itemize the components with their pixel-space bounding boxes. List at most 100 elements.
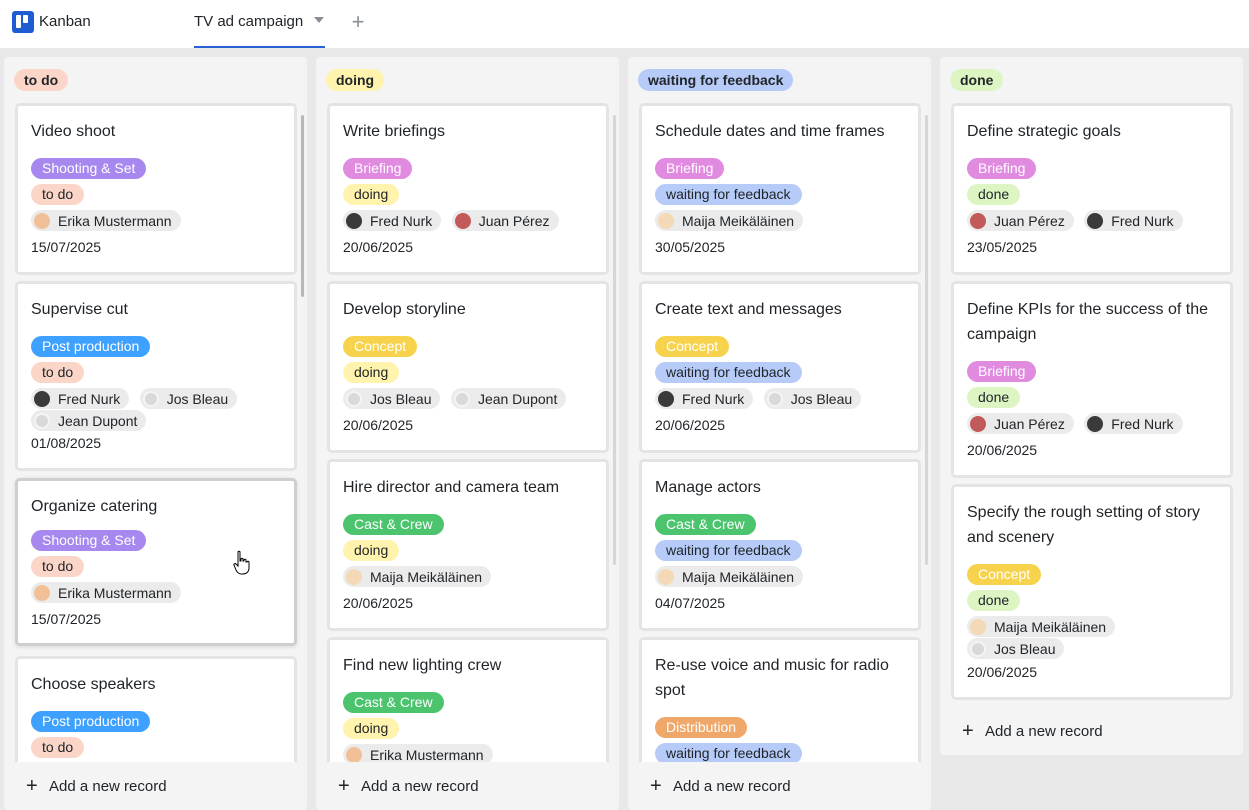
card-date: 20/06/2025 [967,442,1038,458]
card-schedule-dates[interactable]: Schedule dates and time frames Briefing … [639,103,921,275]
plus-icon: + [26,775,38,797]
column-waiting-for-feedback: waiting for feedback Schedule dates and … [628,57,931,810]
person-chip: Fred Nurk [31,388,130,409]
avatar [1087,212,1104,229]
card-title: Supervise cut [31,301,128,318]
card-supervise-cut[interactable]: Supervise cut Post production to do Fred… [15,281,297,471]
card-define-strategic-goals[interactable]: Define strategic goals Briefing done Jua… [951,103,1233,275]
card-organize-catering[interactable]: Organize catering Shooting & Set to do E… [15,478,297,646]
tag-badge: Post production [31,711,151,732]
avatar [970,212,986,229]
card-title: Hire director and camera team [343,479,560,496]
person-chip: Jean Dupont [31,410,147,431]
person-chip: Maija Meikäläinen [655,210,804,231]
card-date: 04/07/2025 [655,595,726,611]
tag-badge: Distribution [655,717,748,738]
card-title: Write briefings [343,123,445,140]
add-view-plus-icon[interactable]: + [348,10,368,34]
card-date: 20/06/2025 [967,664,1038,680]
card-date: 01/08/2025 [31,435,102,451]
avatar [346,390,362,407]
status-badge: done [967,590,1021,611]
hand-cursor-icon [233,550,250,575]
avatar [34,212,50,229]
person-chip: Maija Meikäläinen [343,566,492,587]
column-title: waiting for feedback [638,69,794,91]
scrollbar[interactable] [925,115,928,565]
avatar [34,390,50,407]
card-date: 20/06/2025 [343,417,414,433]
person-chip: Jos Bleau [139,388,238,409]
kanban-logo-icon [12,11,34,33]
card-specify-setting[interactable]: Specify the rough setting of story and s… [951,484,1233,700]
column-title: doing [326,69,385,91]
card-hire-director[interactable]: Hire director and camera team Cast & Cre… [327,459,609,631]
avatar [970,618,986,635]
column-done: done Define strategic goals Briefing don… [940,57,1243,755]
tag-badge: Briefing [343,158,413,179]
avatar [142,390,159,407]
card-create-text[interactable]: Create text and messages Concept waiting… [639,281,921,453]
tag-badge: Shooting & Set [31,158,147,179]
card-date: 20/06/2025 [343,239,414,255]
card-title: Video shoot [31,123,116,140]
chevron-down-icon[interactable] [314,17,324,23]
card-title: Define KPIs for the success of the campa… [967,301,1209,343]
card-video-shoot[interactable]: Video shoot Shooting & Set to do Erika M… [15,103,297,275]
card-develop-storyline[interactable]: Develop storyline Concept doing Jos Blea… [327,281,609,453]
tag-badge: Concept [967,564,1042,585]
card-title: Manage actors [655,479,761,496]
column-doing: doing Write briefings Briefing doing Fre… [316,57,619,810]
tag-badge: Concept [655,336,730,357]
person-chip: Erika Mustermann [31,210,181,231]
scrollbar[interactable] [301,115,304,297]
avatar [34,412,50,429]
add-record-button[interactable]: + Add a new record [940,707,1243,755]
status-badge: to do [31,184,85,205]
person-chip: Juan Pérez [967,210,1074,231]
avatar [1087,415,1104,432]
tag-badge: Cast & Crew [343,692,444,713]
avatar [346,568,362,585]
card-title: Choose speakers [31,676,156,693]
top-bar: Kanban TV ad campaign + [0,0,1249,48]
card-date: 23/05/2025 [967,239,1038,255]
person-chip: Maija Meikäläinen [655,566,804,587]
add-record-button[interactable]: + Add a new record [4,762,307,810]
person-chip: Jos Bleau [763,388,862,409]
card-date: 20/06/2025 [343,595,414,611]
card-title: Specify the rough setting of story and s… [967,504,1201,546]
card-title: Develop storyline [343,301,466,318]
add-record-button[interactable]: + Add a new record [316,762,619,810]
tab-tv-ad-campaign[interactable]: TV ad campaign [194,0,325,48]
card-manage-actors[interactable]: Manage actors Cast & Crew waiting for fe… [639,459,921,631]
status-badge: doing [343,540,400,561]
avatar [970,415,986,432]
avatar [34,584,50,601]
avatar [766,390,783,407]
card-title: Schedule dates and time frames [655,123,885,140]
tag-badge: Cast & Crew [655,514,756,535]
avatar [658,212,674,229]
avatar [346,212,362,229]
add-record-button[interactable]: + Add a new record [628,762,931,810]
person-chip: Jos Bleau [343,388,441,409]
person-chip: Fred Nurk [1084,210,1183,231]
tag-badge: Shooting & Set [31,530,147,551]
scrollbar[interactable] [613,115,616,565]
status-badge: waiting for feedback [655,743,802,764]
column-title: done [950,69,1004,91]
status-badge: to do [31,556,85,577]
avatar [970,640,986,657]
plus-icon: + [962,720,974,742]
card-define-kpis[interactable]: Define KPIs for the success of the campa… [951,281,1233,478]
app-name: Kanban [39,13,91,30]
card-date: 15/07/2025 [31,239,102,255]
person-chip: Jos Bleau [967,638,1065,659]
status-badge: doing [343,362,400,383]
card-write-briefings[interactable]: Write briefings Briefing doing Fred Nurk… [327,103,609,275]
avatar [454,212,471,229]
column-to-do: to do Video shoot Shooting & Set to do E… [4,57,307,810]
person-chip: Erika Mustermann [31,582,181,603]
status-badge: waiting for feedback [655,362,802,383]
